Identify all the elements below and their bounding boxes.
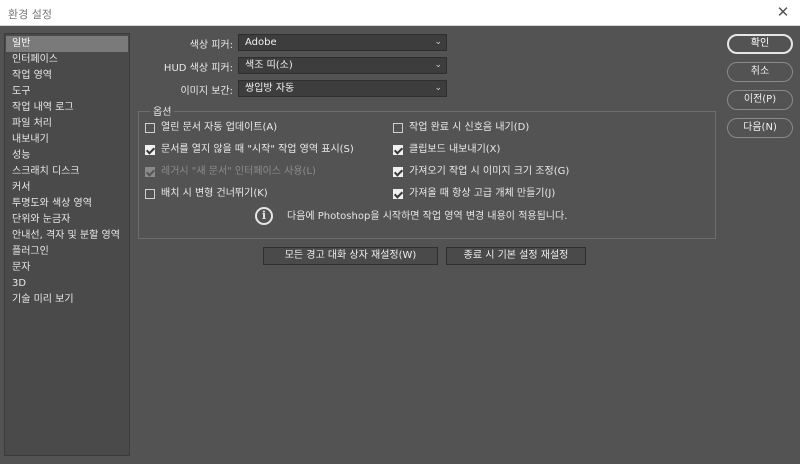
next-button[interactable]: 다음(N) (727, 118, 793, 138)
options-group-title: 옵션 (150, 103, 175, 118)
info-message: 다음에 Photoshop을 시작하면 작업 영역 변경 내용이 적용됩니다. (287, 211, 568, 222)
checkbox-label: 배치 시 변형 건너뛰기(K) (161, 188, 268, 199)
prev-button[interactable]: 이전(P) (727, 90, 793, 110)
sidebar-item-technology-previews[interactable]: 기술 미리 보기 (6, 292, 128, 308)
checkbox-label: 클립보드 내보내기(X) (409, 144, 501, 155)
checkbox-box[interactable] (393, 123, 403, 133)
sidebar-item-type[interactable]: 문자 (6, 260, 128, 276)
reset-preferences-on-quit-button[interactable]: 종료 시 기본 설정 재설정 (446, 247, 586, 265)
checkbox-box[interactable] (393, 167, 403, 177)
checkbox-box[interactable] (393, 145, 403, 155)
checkbox-box[interactable] (145, 145, 155, 155)
sidebar-item-3d[interactable]: 3D (6, 276, 128, 292)
chevron-down-icon: ⌄ (434, 37, 442, 47)
checkbox-box[interactable] (145, 123, 155, 133)
sidebar-item-scratch-disks[interactable]: 스크래치 디스크 (6, 164, 128, 180)
cancel-button[interactable]: 취소 (727, 62, 793, 82)
sidebar-item-performance[interactable]: 성능 (6, 148, 128, 164)
window-title: 환경 설정 (8, 8, 52, 21)
checkbox-label: 가져오기 작업 시 이미지 크기 조정(G) (409, 166, 570, 177)
image-interpolation-value: 쌍입방 자동 (245, 83, 295, 94)
sidebar-item-file-handling[interactable]: 파일 처리 (6, 116, 128, 132)
color-picker-label: 색상 피커: (189, 40, 233, 51)
chevron-down-icon: ⌄ (434, 60, 442, 70)
sidebar-item-interface[interactable]: 인터페이스 (6, 52, 128, 68)
checkbox-label: 레거시 "새 문서" 인터페이스 사용(L) (161, 166, 316, 177)
sidebar: 일반 인터페이스 작업 영역 도구 작업 내역 로그 파일 처리 내보내기 성능… (4, 33, 130, 456)
checkbox-label: 문서를 열지 않을 때 "시작" 작업 영역 표시(S) (161, 144, 354, 155)
checkbox-box[interactable] (145, 189, 155, 199)
ok-button[interactable]: 확인 (727, 34, 793, 54)
sidebar-item-tools[interactable]: 도구 (6, 84, 128, 100)
sidebar-item-workspace[interactable]: 작업 영역 (6, 68, 128, 84)
sidebar-item-export[interactable]: 내보내기 (6, 132, 128, 148)
checkbox-label: 가져올 때 항상 고급 개체 만들기(J) (409, 188, 556, 199)
checkbox-label: 열린 문서 자동 업데이트(A) (161, 122, 278, 133)
color-picker-select[interactable]: Adobe ⌄ (238, 34, 447, 51)
color-picker-value: Adobe (245, 37, 277, 48)
sidebar-item-history-log[interactable]: 작업 내역 로그 (6, 100, 128, 116)
checkbox-box (145, 167, 155, 177)
sidebar-item-plugins[interactable]: 플러그인 (6, 244, 128, 260)
chevron-down-icon: ⌄ (434, 83, 442, 93)
hud-color-picker-select[interactable]: 색조 띠(소) ⌄ (238, 57, 447, 74)
checkbox-label: 작업 완료 시 신호음 내기(D) (409, 122, 530, 133)
preferences-dialog: 환경 설정 ✕ 일반 인터페이스 작업 영역 도구 작업 내역 로그 파일 처리… (0, 0, 800, 464)
sidebar-item-units-rulers[interactable]: 단위와 눈금자 (6, 212, 128, 228)
checkbox-box[interactable] (393, 189, 403, 199)
close-icon[interactable]: ✕ (774, 3, 792, 21)
sidebar-item-transparency-gamut[interactable]: 투명도와 색상 영역 (6, 196, 128, 212)
image-interpolation-label: 이미지 보간: (180, 86, 233, 97)
sidebar-item-cursors[interactable]: 커서 (6, 180, 128, 196)
hud-color-picker-value: 색조 띠(소) (245, 60, 293, 71)
sidebar-item-general[interactable]: 일반 (6, 36, 128, 52)
reset-all-warning-dialogs-button[interactable]: 모든 경고 대화 상자 재설정(W) (263, 247, 438, 265)
hud-color-picker-label: HUD 색상 피커: (163, 63, 233, 74)
sidebar-item-guides-grid[interactable]: 안내선, 격자 및 분할 영역 (6, 228, 128, 244)
title-bar: 환경 설정 ✕ (0, 0, 800, 26)
image-interpolation-select[interactable]: 쌍입방 자동 ⌄ (238, 80, 447, 97)
info-icon: i (255, 207, 273, 225)
